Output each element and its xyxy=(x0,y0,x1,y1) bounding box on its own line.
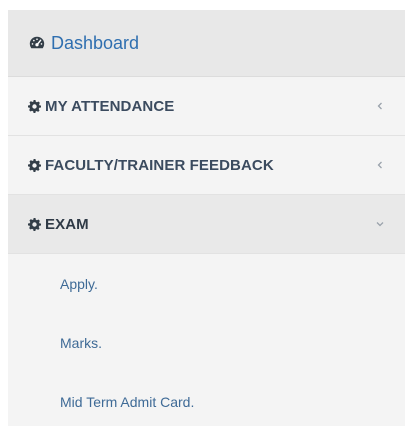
sidebar-item-exam[interactable]: EXAM xyxy=(8,195,405,254)
chevron-down-icon xyxy=(375,219,385,229)
sidebar-menu: Dashboard MY ATTENDANCE FACULTY/TRAINER … xyxy=(8,10,405,426)
gear-icon xyxy=(28,158,41,172)
chevron-left-icon xyxy=(375,160,385,170)
submenu-item-label: Marks. xyxy=(60,334,102,351)
sidebar-item-label: EXAM xyxy=(45,215,89,233)
chevron-left-icon xyxy=(375,101,385,111)
sidebar-item-faculty-trainer-feedback[interactable]: FACULTY/TRAINER FEEDBACK xyxy=(8,136,405,195)
sidebar-item-my-attendance[interactable]: MY ATTENDANCE xyxy=(8,77,405,136)
gear-icon xyxy=(28,217,41,231)
sidebar-item-label: Dashboard xyxy=(51,32,140,53)
submenu-item-apply[interactable]: Apply. xyxy=(8,254,405,313)
submenu-item-marks[interactable]: Marks. xyxy=(8,313,405,372)
submenu-item-label: Mid Term Admit Card. xyxy=(60,393,195,410)
submenu-item-mid-term-admit-card[interactable]: Mid Term Admit Card. xyxy=(8,372,405,431)
sidebar-item-label: FACULTY/TRAINER FEEDBACK xyxy=(45,156,274,174)
tachometer-icon xyxy=(28,34,46,52)
sidebar-item-dashboard[interactable]: Dashboard xyxy=(8,10,405,77)
submenu-item-label: Apply. xyxy=(60,275,98,292)
gear-icon xyxy=(28,99,41,113)
sidebar-item-label: MY ATTENDANCE xyxy=(45,97,175,115)
